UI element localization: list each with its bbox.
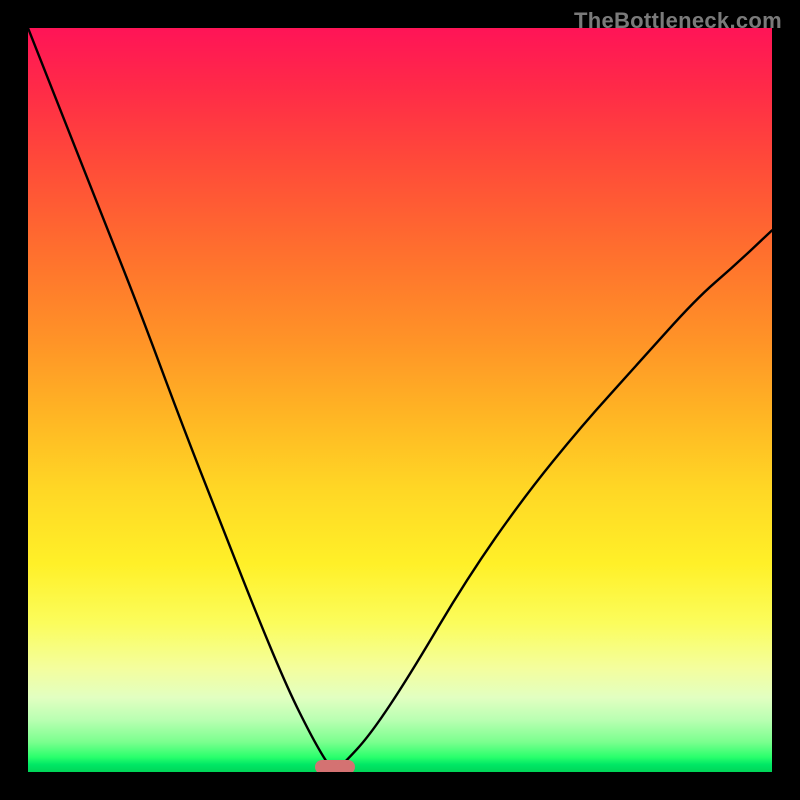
cusp-marker: [315, 760, 355, 772]
plot-area: [28, 28, 772, 772]
chart-frame: TheBottleneck.com: [0, 0, 800, 800]
bottleneck-curve: [28, 28, 772, 772]
watermark-text: TheBottleneck.com: [574, 8, 782, 34]
